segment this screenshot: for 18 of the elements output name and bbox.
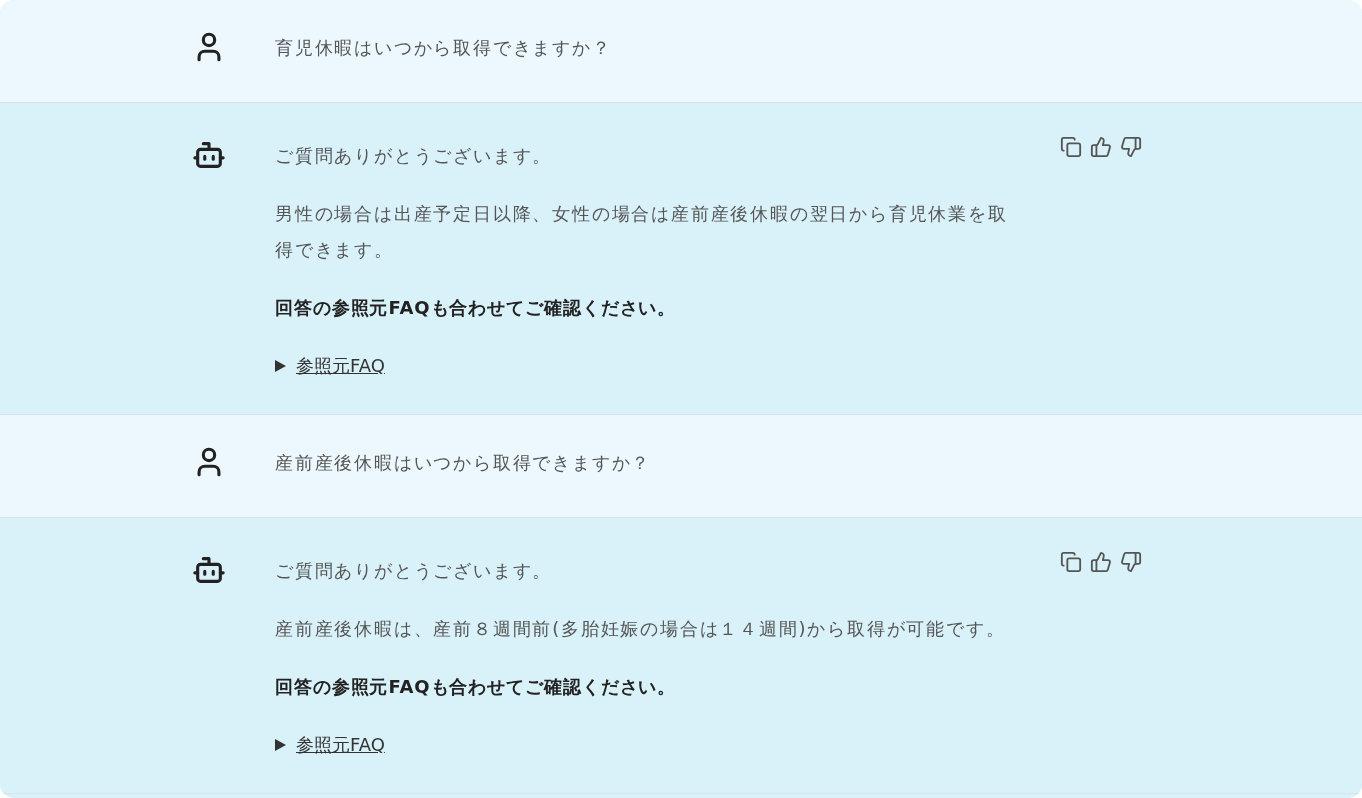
thumbs-up-button[interactable] (1090, 551, 1112, 573)
thumbs-up-button[interactable] (1090, 136, 1112, 158)
thumbs-down-button[interactable] (1120, 136, 1142, 158)
triangle-icon (275, 360, 286, 372)
faq-note: 回答の参照元FAQも合わせてご確認ください。 (275, 296, 678, 320)
thumbs-down-button[interactable] (1120, 551, 1142, 573)
copy-button[interactable] (1060, 551, 1082, 573)
message-paragraph: ご質問ありがとうございます。 (275, 144, 554, 168)
faq-link[interactable]: 参照元FAQ (296, 727, 385, 763)
message-text: 産前産後休暇はいつから取得できますか？ (275, 451, 652, 475)
message-paragraph: ご質問ありがとうございます。 (275, 559, 554, 583)
faq-link[interactable]: 参照元FAQ (296, 348, 385, 384)
message-paragraph: 男性の場合は出産予定日以降、女性の場合は産前産後休暇の翌日から育児休業を取得できます。 (275, 202, 1009, 262)
message-text: 育児休暇はいつから取得できますか？ (275, 36, 612, 60)
copy-button[interactable] (1060, 136, 1082, 158)
message-paragraph: 産前産後休暇は、産前８週間前(多胎妊娠の場合は１４週間)から取得が可能です。 (275, 617, 1007, 641)
triangle-icon (275, 739, 286, 751)
faq-note: 回答の参照元FAQも合わせてご確認ください。 (275, 675, 678, 699)
